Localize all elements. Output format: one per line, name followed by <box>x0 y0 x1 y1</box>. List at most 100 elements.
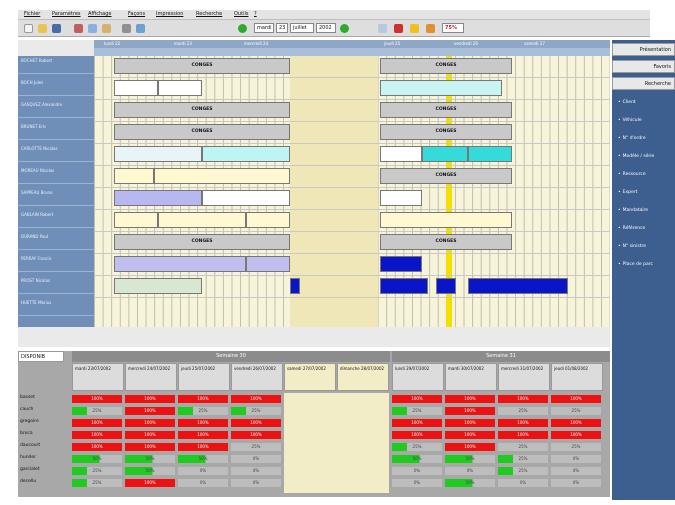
availability-cell[interactable]: 100% <box>445 431 495 439</box>
availability-cell[interactable]: 25% <box>231 407 281 415</box>
availability-cell[interactable]: 100% <box>445 443 495 451</box>
availability-cell[interactable]: 25% <box>498 455 548 463</box>
task-bar[interactable] <box>422 146 468 162</box>
menu-affichage[interactable]: Affichage <box>88 11 112 17</box>
search-client[interactable]: Client <box>618 100 636 105</box>
task-bar[interactable] <box>380 256 422 272</box>
search-reference[interactable]: Référence <box>618 226 646 231</box>
alert-icon[interactable] <box>410 24 419 33</box>
search-modele[interactable]: Modèle / série <box>618 154 655 159</box>
availability-cell[interactable]: 50% <box>72 455 122 463</box>
task-bar[interactable] <box>158 80 202 96</box>
availability-cell[interactable]: 0% <box>178 467 228 475</box>
availability-cell[interactable]: 50% <box>445 455 495 463</box>
availability-cell[interactable]: 100% <box>178 395 228 403</box>
next-icon[interactable] <box>340 24 349 33</box>
task-bar[interactable] <box>380 80 502 96</box>
availability-cell[interactable]: 0% <box>231 467 281 475</box>
employee-name[interactable]: SAPPEAU Bruno <box>18 188 94 206</box>
task-bar[interactable] <box>246 256 290 272</box>
delete-icon[interactable] <box>394 24 403 33</box>
availability-cell[interactable]: 100% <box>231 431 281 439</box>
availability-cell[interactable]: 100% <box>392 419 442 427</box>
conges-bar[interactable]: CONGES <box>380 102 512 118</box>
task-bar[interactable] <box>290 278 300 294</box>
conges-bar[interactable]: CONGES <box>114 234 290 250</box>
search-ordre[interactable]: N° d'ordre <box>618 136 646 141</box>
presentation-button[interactable]: Présentation <box>612 43 675 56</box>
availability-cell[interactable]: 0% <box>498 479 548 487</box>
availability-cell[interactable]: 0% <box>445 467 495 475</box>
availability-cell[interactable]: 100% <box>178 431 228 439</box>
availability-cell[interactable]: 100% <box>551 419 601 427</box>
menu-fichier[interactable]: Fichier <box>24 11 40 17</box>
availability-cell[interactable]: 0% <box>231 479 281 487</box>
availability-cell[interactable]: 100% <box>498 419 548 427</box>
menu-impression[interactable]: Impression <box>156 11 183 17</box>
paste-icon[interactable] <box>102 24 111 33</box>
menu-facons[interactable]: Façons <box>128 11 145 17</box>
search-vehicule[interactable]: Véhicule <box>618 118 642 123</box>
menu-recherche[interactable]: Recherche <box>196 11 222 17</box>
menu-help[interactable]: ? <box>254 11 257 17</box>
availability-cell[interactable]: 25% <box>498 467 548 475</box>
availability-cell[interactable]: 100% <box>72 431 122 439</box>
task-bar[interactable] <box>202 190 290 206</box>
search-place[interactable]: Place de parc <box>618 262 653 267</box>
date-day-select[interactable]: mardi <box>254 23 274 33</box>
availability-cell[interactable]: 100% <box>125 431 175 439</box>
availability-cell[interactable]: 50% <box>125 455 175 463</box>
availability-cell[interactable]: 0% <box>551 479 601 487</box>
favoris-button[interactable]: Favoris <box>612 60 675 73</box>
availability-cell[interactable]: 25% <box>551 443 601 451</box>
availability-cell[interactable]: 100% <box>551 431 601 439</box>
employee-name[interactable]: DURAND Paul <box>18 232 94 250</box>
search-sinistre[interactable]: N° sinistre <box>618 244 646 249</box>
availability-cell[interactable]: 100% <box>445 419 495 427</box>
availability-cell[interactable]: 100% <box>72 395 122 403</box>
task-bar[interactable] <box>114 146 202 162</box>
cut-icon[interactable] <box>74 24 83 33</box>
availability-cell[interactable]: 0% <box>551 467 601 475</box>
availability-cell[interactable]: 0% <box>392 467 442 475</box>
availability-cell[interactable]: 25% <box>72 479 122 487</box>
task-bar[interactable] <box>380 212 512 228</box>
employee-name[interactable]: GABLAIN Robert <box>18 210 94 228</box>
task-bar[interactable] <box>114 80 158 96</box>
availability-cell[interactable]: 25% <box>231 443 281 451</box>
menu-outils[interactable]: Outils <box>234 11 248 17</box>
task-bar[interactable] <box>114 168 154 184</box>
availability-cell[interactable]: 100% <box>125 443 175 451</box>
availability-cell[interactable]: 25% <box>551 407 601 415</box>
copy-icon[interactable] <box>88 24 97 33</box>
stats-icon[interactable] <box>426 24 435 33</box>
task-bar[interactable] <box>436 278 456 294</box>
task-bar[interactable] <box>114 212 158 228</box>
availability-cell[interactable]: 25% <box>72 407 122 415</box>
availability-cell[interactable]: 25% <box>498 443 548 451</box>
employee-name[interactable]: BRUNET Eric <box>18 122 94 140</box>
availability-cell[interactable]: 100% <box>125 407 175 415</box>
date-num-select[interactable]: 23 <box>276 23 288 33</box>
availability-cell[interactable]: 100% <box>125 419 175 427</box>
availability-cell[interactable]: 100% <box>178 419 228 427</box>
availability-cell[interactable]: 50% <box>392 455 442 463</box>
availability-cell[interactable]: 100% <box>125 395 175 403</box>
employee-name[interactable]: HUETTE Marius <box>18 298 94 316</box>
availability-cell[interactable]: 0% <box>231 455 281 463</box>
conges-bar[interactable]: CONGES <box>114 102 290 118</box>
availability-cell[interactable]: 50% <box>178 455 228 463</box>
availability-cell[interactable]: 25% <box>392 443 442 451</box>
task-bar[interactable] <box>114 190 202 206</box>
employee-name[interactable]: CARLOTTE Nicolas <box>18 144 94 162</box>
task-bar[interactable] <box>114 278 202 294</box>
availability-cell[interactable]: 25% <box>178 407 228 415</box>
availability-cell[interactable]: 25% <box>392 407 442 415</box>
search-icon[interactable] <box>136 24 145 33</box>
availability-cell[interactable]: 25% <box>72 467 122 475</box>
open-icon[interactable] <box>38 24 47 33</box>
print-icon[interactable] <box>122 24 131 33</box>
availability-cell[interactable]: 0% <box>551 455 601 463</box>
task-bar[interactable] <box>154 168 290 184</box>
employee-name[interactable]: PERRAY Francis <box>18 254 94 272</box>
